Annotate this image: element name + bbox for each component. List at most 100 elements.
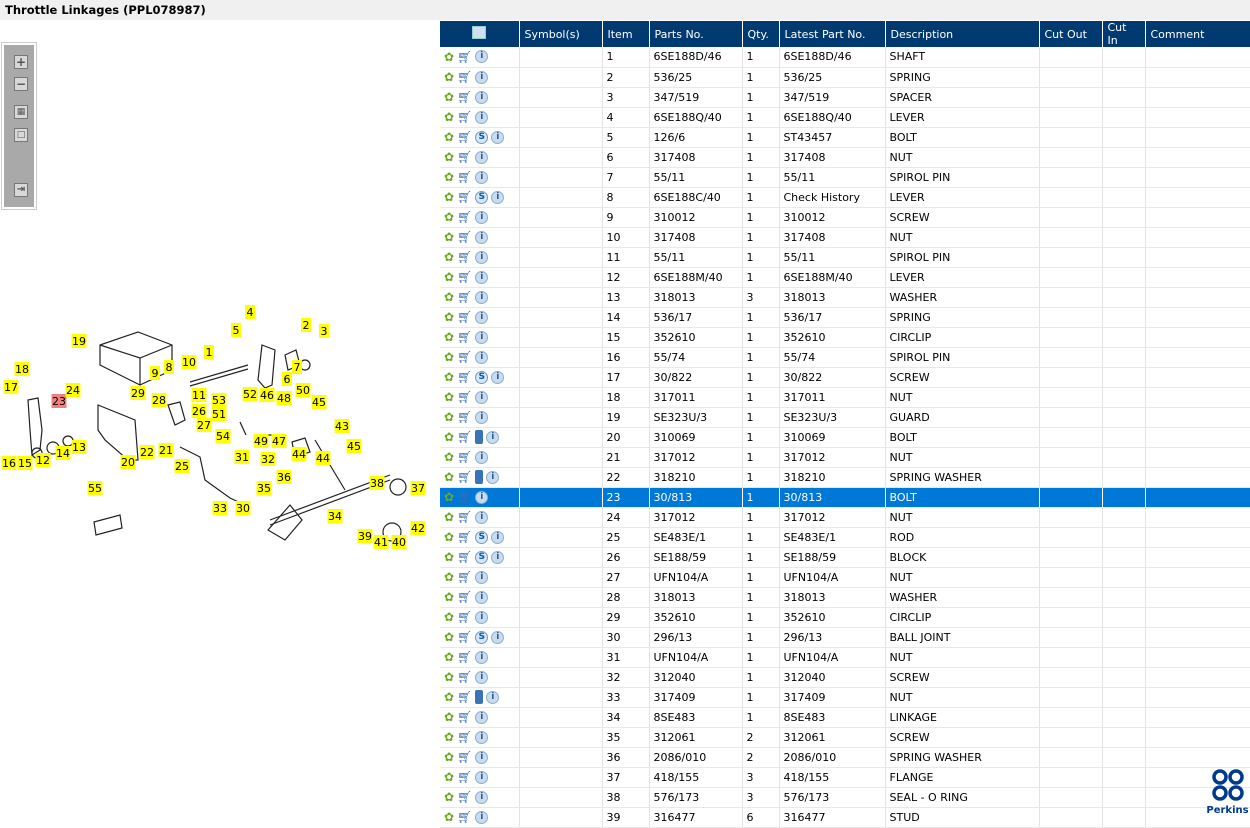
cart-icon[interactable]: 🛒︎ xyxy=(457,330,472,344)
cart-icon[interactable]: 🛒︎ xyxy=(457,110,472,124)
cart-icon[interactable]: 🛒︎ xyxy=(457,70,472,84)
cart-icon[interactable]: 🛒︎ xyxy=(457,790,472,804)
callout-41[interactable]: 41 xyxy=(373,535,389,549)
info-icon[interactable]: i xyxy=(475,770,489,784)
table-row[interactable]: ✿ 🛒︎ i 38 576/173 3 576/173 SEAL - O RING xyxy=(440,787,1250,808)
table-row[interactable]: ✿ 🛒︎ i 7 55/11 1 55/11 SPIROL PIN xyxy=(440,167,1250,188)
gear-icon[interactable]: ✿ xyxy=(444,230,454,244)
callout-11[interactable]: 11 xyxy=(191,388,207,402)
info-icon[interactable]: i xyxy=(475,170,489,184)
gear-icon[interactable]: ✿ xyxy=(444,750,454,764)
column-header[interactable]: Parts No. xyxy=(649,21,743,47)
cart-icon[interactable]: 🛒︎ xyxy=(457,290,472,304)
info-icon[interactable]: i xyxy=(475,350,489,364)
table-row[interactable]: ✿ 🛒︎ i 36 2086/010 2 2086/010 SPRING WASHER xyxy=(440,747,1250,768)
supersession-icon[interactable]: S xyxy=(475,130,489,144)
cart-icon[interactable]: 🛒︎ xyxy=(457,370,472,384)
column-header[interactable]: Cut In xyxy=(1102,21,1146,47)
info-icon[interactable]: i xyxy=(491,370,505,384)
table-row[interactable]: ✿ 🛒︎ i 2 536/25 1 536/25 SPRING xyxy=(440,67,1250,88)
info-icon[interactable]: i xyxy=(491,630,505,644)
info-icon[interactable]: i xyxy=(475,150,489,164)
column-header[interactable]: Comment xyxy=(1145,21,1250,47)
zoom-in-button[interactable]: + xyxy=(14,55,28,69)
info-icon[interactable]: i xyxy=(475,510,489,524)
callout-18[interactable]: 18 xyxy=(14,362,30,376)
info-icon[interactable]: i xyxy=(475,270,489,284)
table-row[interactable]: ✿ 🛒︎ i 22 318210 1 318210 SPRING WASHER xyxy=(440,467,1250,488)
table-row[interactable]: ✿ 🛒︎ Si 26 SE188/59 1 SE188/59 BLOCK xyxy=(440,547,1250,568)
info-icon[interactable]: i xyxy=(475,810,489,824)
gear-icon[interactable]: ✿ xyxy=(444,550,454,564)
supersession-icon[interactable]: S xyxy=(475,370,489,384)
cart-icon[interactable]: 🛒︎ xyxy=(457,810,472,824)
callout-7[interactable]: 7 xyxy=(292,360,302,374)
gear-icon[interactable]: ✿ xyxy=(444,590,454,604)
gear-icon[interactable]: ✿ xyxy=(444,570,454,584)
info-icon[interactable]: i xyxy=(475,70,489,84)
callout-15[interactable]: 15 xyxy=(17,456,33,470)
cart-icon[interactable]: 🛒︎ xyxy=(457,570,472,584)
callout-12[interactable]: 12 xyxy=(35,453,51,467)
zoom-out-button[interactable]: − xyxy=(14,77,28,91)
info-icon[interactable]: i xyxy=(475,790,489,804)
table-row[interactable]: ✿ 🛒︎ i 33 317409 1 317409 NUT xyxy=(440,687,1250,708)
callout-50[interactable]: 50 xyxy=(295,383,311,397)
table-row[interactable]: ✿ 🛒︎ i 31 UFN104/A 1 UFN104/A NUT xyxy=(440,647,1250,668)
callout-44[interactable]: 44 xyxy=(315,451,331,465)
gear-icon[interactable]: ✿ xyxy=(444,250,454,264)
cart-icon[interactable]: 🛒︎ xyxy=(457,230,472,244)
cart-icon[interactable]: 🛒︎ xyxy=(457,210,472,224)
info-icon[interactable]: i xyxy=(475,290,489,304)
cart-icon[interactable]: 🛒︎ xyxy=(457,530,472,544)
column-header[interactable]: Cut Out xyxy=(1039,21,1103,47)
gear-icon[interactable]: ✿ xyxy=(444,110,454,124)
cart-icon[interactable]: 🛒︎ xyxy=(457,390,472,404)
gear-icon[interactable]: ✿ xyxy=(444,130,454,144)
table-row[interactable]: ✿ 🛒︎ i 20 310069 1 310069 BOLT xyxy=(440,427,1250,448)
cart-icon[interactable]: 🛒︎ xyxy=(457,690,472,704)
gear-icon[interactable]: ✿ xyxy=(444,790,454,804)
info-icon[interactable]: i xyxy=(486,430,500,444)
info-icon[interactable]: i xyxy=(491,550,505,564)
callout-35[interactable]: 35 xyxy=(256,481,272,495)
cart-icon[interactable]: 🛒︎ xyxy=(457,310,472,324)
callout-39[interactable]: 39 xyxy=(357,529,373,543)
gear-icon[interactable]: ✿ xyxy=(444,530,454,544)
gear-icon[interactable]: ✿ xyxy=(444,290,454,304)
callout-31[interactable]: 31 xyxy=(234,450,250,464)
gear-icon[interactable]: ✿ xyxy=(444,490,454,504)
gear-icon[interactable]: ✿ xyxy=(444,370,454,384)
cart-icon[interactable]: 🛒︎ xyxy=(457,450,472,464)
table-row[interactable]: ✿ 🛒︎ i 14 536/17 1 536/17 SPRING xyxy=(440,307,1250,328)
cart-icon[interactable]: 🛒︎ xyxy=(457,490,472,504)
info-icon[interactable]: i xyxy=(475,670,489,684)
callout-26[interactable]: 26 xyxy=(191,404,207,418)
info-icon[interactable]: i xyxy=(475,310,489,324)
table-row[interactable]: ✿ 🛒︎ Si 17 30/822 1 30/822 SCREW xyxy=(440,367,1250,388)
info-icon[interactable]: i xyxy=(475,710,489,724)
export-button[interactable]: ⇥ xyxy=(14,183,28,197)
table-row[interactable]: ✿ 🛒︎ Si 30 296/13 1 296/13 BALL JOINT xyxy=(440,627,1250,648)
actual-size-button[interactable]: □ xyxy=(14,128,28,142)
gear-icon[interactable]: ✿ xyxy=(444,390,454,404)
table-row[interactable]: ✿ 🛒︎ Si 8 6SE188C/40 1 Check History LEVER xyxy=(440,187,1250,208)
callout-1[interactable]: 1 xyxy=(204,345,214,359)
callout-29[interactable]: 29 xyxy=(130,386,146,400)
table-row[interactable]: ✿ 🛒︎ i 29 352610 1 352610 CIRCLIP xyxy=(440,607,1250,628)
gear-icon[interactable]: ✿ xyxy=(444,510,454,524)
info-icon[interactable]: i xyxy=(475,410,489,424)
callout-16[interactable]: 16 xyxy=(1,456,17,470)
callout-2[interactable]: 2 xyxy=(301,318,311,332)
cart-icon[interactable]: 🛒︎ xyxy=(457,130,472,144)
gear-icon[interactable]: ✿ xyxy=(444,650,454,664)
callout-53[interactable]: 53 xyxy=(211,393,227,407)
header-search-icon[interactable] xyxy=(440,21,520,47)
callout-54[interactable]: 54 xyxy=(215,429,231,443)
table-row[interactable]: ✿ 🛒︎ i 34 8SE483 1 8SE483 LINKAGE xyxy=(440,707,1250,728)
callout-52[interactable]: 52 xyxy=(242,387,258,401)
gear-icon[interactable]: ✿ xyxy=(444,450,454,464)
info-icon[interactable]: i xyxy=(475,750,489,764)
table-row[interactable]: ✿ 🛒︎ i 37 418/155 3 418/155 FLANGE xyxy=(440,767,1250,788)
book-icon[interactable] xyxy=(475,430,484,444)
